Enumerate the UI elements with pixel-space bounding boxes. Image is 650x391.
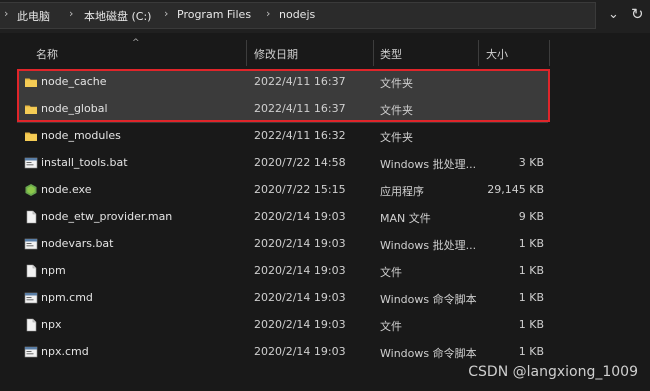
file-size: 1 KB bbox=[518, 291, 544, 304]
file-type: 应用程序 bbox=[380, 185, 424, 198]
file-name: node_modules bbox=[41, 129, 121, 142]
file-date-modified: 2020/2/14 19:03 bbox=[254, 237, 346, 250]
file-name: node.exe bbox=[41, 183, 92, 196]
file-size: 9 KB bbox=[518, 210, 544, 223]
file-date-modified: 2020/7/22 14:58 bbox=[254, 156, 346, 169]
file-size: 1 KB bbox=[518, 345, 544, 358]
file-row[interactable]: nodevars.bat 2020/2/14 19:03 Windows 批处理..… bbox=[17, 231, 548, 258]
file-name: npm.cmd bbox=[41, 291, 93, 304]
file-icon bbox=[24, 210, 38, 224]
file-row[interactable]: node_modules 2022/4/11 16:32 文件夹 bbox=[17, 123, 548, 150]
file-size: 29,145 KB bbox=[487, 183, 544, 196]
chevron-right-icon[interactable]: › bbox=[164, 7, 168, 20]
column-divider[interactable] bbox=[549, 40, 550, 66]
file-row[interactable]: npm 2020/2/14 19:03 文件 1 KB bbox=[17, 258, 548, 285]
batch-file-icon bbox=[24, 237, 38, 251]
file-type: Windows 批处理... bbox=[380, 158, 477, 171]
file-name: install_tools.bat bbox=[41, 156, 128, 169]
column-type[interactable]: 类型 bbox=[380, 46, 402, 62]
file-row[interactable]: npm.cmd 2020/2/14 19:03 Windows 命令脚本 1 KB bbox=[17, 285, 548, 312]
column-size[interactable]: 大小 bbox=[486, 46, 508, 62]
column-divider[interactable] bbox=[478, 40, 479, 66]
address-bar: › 此电脑 › 本地磁盘 (C:) › Program Files › node… bbox=[0, 0, 650, 33]
file-row[interactable]: npx 2020/2/14 19:03 文件 1 KB bbox=[17, 312, 548, 339]
node-exe-icon bbox=[24, 183, 38, 197]
chevron-right-icon[interactable]: › bbox=[69, 7, 73, 20]
watermark: CSDN @langxiong_1009 bbox=[468, 364, 638, 380]
batch-file-icon bbox=[24, 156, 38, 170]
file-name: node_etw_provider.man bbox=[41, 210, 173, 223]
chevron-down-icon[interactable]: ⌄ bbox=[608, 7, 619, 22]
file-date-modified: 2020/2/14 19:03 bbox=[254, 318, 346, 331]
file-date-modified: 2022/4/11 16:32 bbox=[254, 129, 346, 142]
file-icon bbox=[24, 318, 38, 332]
chevron-right-icon[interactable]: › bbox=[4, 7, 8, 20]
file-type: 文件 bbox=[380, 266, 402, 279]
file-type: MAN 文件 bbox=[380, 212, 431, 225]
file-size: 3 KB bbox=[518, 156, 544, 169]
folder-icon bbox=[24, 129, 38, 143]
file-type: Windows 命令脚本 bbox=[380, 293, 477, 306]
file-type: 文件 bbox=[380, 320, 402, 333]
chevron-right-icon[interactable]: › bbox=[266, 7, 270, 20]
file-date-modified: 2020/7/22 15:15 bbox=[254, 183, 346, 196]
column-header: ^ 名称 修改日期 类型 大小 bbox=[0, 38, 650, 66]
sort-ascending-icon: ^ bbox=[132, 38, 140, 48]
column-divider[interactable] bbox=[373, 40, 374, 66]
file-size: 1 KB bbox=[518, 264, 544, 277]
file-row[interactable]: npx.cmd 2020/2/14 19:03 Windows 命令脚本 1 KB bbox=[17, 339, 548, 366]
file-size: 1 KB bbox=[518, 237, 544, 250]
batch-file-icon bbox=[24, 345, 38, 359]
file-type: 文件夹 bbox=[380, 131, 413, 144]
file-row[interactable]: node_etw_provider.man 2020/2/14 19:03 MAN … bbox=[17, 204, 548, 231]
column-date[interactable]: 修改日期 bbox=[254, 46, 298, 62]
batch-file-icon bbox=[24, 291, 38, 305]
file-row[interactable]: node.exe 2020/7/22 15:15 应用程序 29,145 KB bbox=[17, 177, 548, 204]
file-row[interactable]: install_tools.bat 2020/7/22 14:58 Windows … bbox=[17, 150, 548, 177]
file-name: npx bbox=[41, 318, 62, 331]
breadcrumb-nodejs[interactable]: nodejs bbox=[279, 8, 315, 21]
file-date-modified: 2020/2/14 19:03 bbox=[254, 345, 346, 358]
file-type: Windows 批处理... bbox=[380, 239, 477, 252]
refresh-icon[interactable]: ↻ bbox=[631, 5, 644, 23]
breadcrumb-local-disk[interactable]: 本地磁盘 (C:) bbox=[84, 8, 151, 24]
file-date-modified: 2020/2/14 19:03 bbox=[254, 210, 346, 223]
file-name: npx.cmd bbox=[41, 345, 89, 358]
highlight-box bbox=[17, 69, 550, 122]
file-size: 1 KB bbox=[518, 318, 544, 331]
breadcrumb-program-files[interactable]: Program Files bbox=[177, 8, 251, 21]
column-divider[interactable] bbox=[246, 40, 247, 66]
file-name: npm bbox=[41, 264, 66, 277]
column-name[interactable]: 名称 bbox=[36, 46, 58, 62]
file-date-modified: 2020/2/14 19:03 bbox=[254, 291, 346, 304]
file-icon bbox=[24, 264, 38, 278]
file-name: nodevars.bat bbox=[41, 237, 114, 250]
file-date-modified: 2020/2/14 19:03 bbox=[254, 264, 346, 277]
file-type: Windows 命令脚本 bbox=[380, 347, 477, 360]
breadcrumb-this-pc[interactable]: 此电脑 bbox=[17, 8, 50, 24]
